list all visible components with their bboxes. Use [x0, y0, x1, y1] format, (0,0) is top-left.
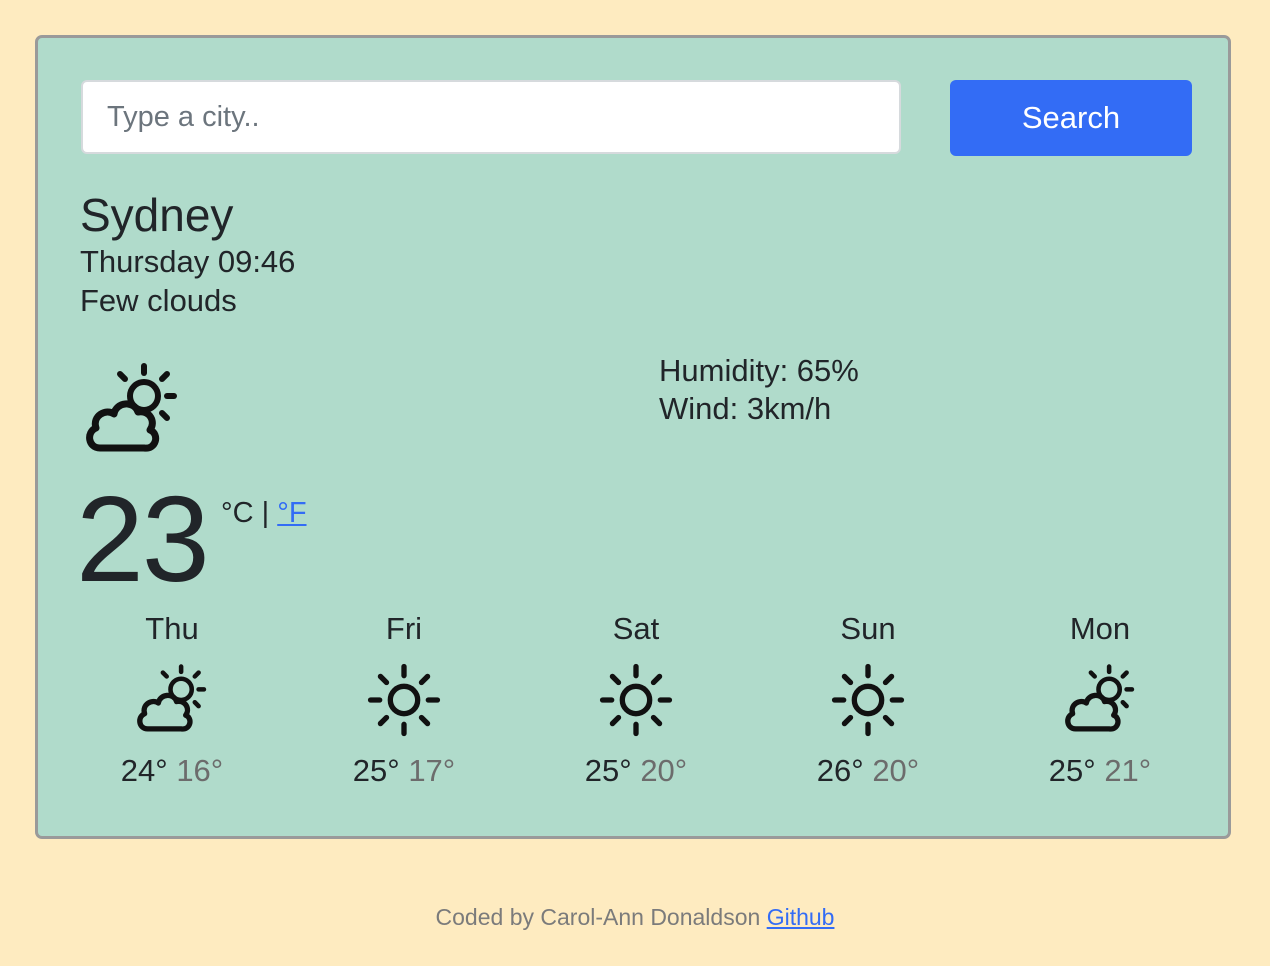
forecast-min-temp: 21° [1104, 753, 1152, 788]
forecast-min-temp: 17° [408, 753, 456, 788]
partly-cloudy-icon [1062, 662, 1138, 738]
forecast-day-name: Sun [840, 611, 896, 646]
humidity-text: Humidity: 65% [659, 353, 859, 388]
current-temperature: 23 [76, 471, 210, 607]
sun-icon [598, 662, 674, 738]
sun-icon [830, 662, 906, 738]
city-name: Sydney [80, 189, 234, 241]
unit-switcher: °C | °F [221, 496, 307, 530]
forecast-temps: 24° 16° [72, 752, 272, 790]
forecast-day-name: Mon [1069, 611, 1131, 646]
forecast-day: Mon 25° 21° [1000, 610, 1200, 790]
forecast-day-name: Fri [385, 611, 423, 646]
forecast-min-temp: 16° [176, 753, 224, 788]
city-search-input[interactable] [81, 80, 901, 154]
footer: Coded by Carol-Ann Donaldson Github [0, 902, 1270, 932]
current-datetime: Thursday 09:46 [80, 244, 296, 279]
forecast-row: Thu 24° 16° Fri 25° 17° Sat 25° 20° Sun [55, 610, 1215, 800]
forecast-min-temp: 20° [872, 753, 920, 788]
github-link[interactable]: Github [767, 904, 835, 930]
forecast-temps: 25° 17° [304, 752, 504, 790]
weather-description: Few clouds [80, 283, 237, 318]
forecast-temps: 26° 20° [768, 752, 968, 790]
forecast-day-name: Thu [145, 611, 199, 646]
celsius-unit: °C [221, 497, 254, 529]
forecast-temps: 25° 21° [1000, 752, 1200, 790]
forecast-max-temp: 25° [352, 753, 400, 788]
weather-card: Search Sydney Thursday 09:46 Few clouds … [35, 35, 1231, 839]
partly-cloudy-icon [78, 360, 186, 460]
unit-separator: | [261, 497, 270, 529]
forecast-temps: 25° 20° [536, 752, 736, 790]
forecast-max-temp: 26° [816, 753, 864, 788]
forecast-max-temp: 25° [1048, 753, 1096, 788]
fahrenheit-link[interactable]: °F [277, 497, 306, 529]
forecast-max-temp: 25° [584, 753, 632, 788]
forecast-day: Sun 26° 20° [768, 610, 968, 790]
forecast-day: Thu 24° 16° [72, 610, 272, 790]
weather-details: Humidity: 65% Wind: 3km/h [659, 352, 859, 428]
wind-text: Wind: 3km/h [659, 391, 832, 426]
forecast-day: Sat 25° 20° [536, 610, 736, 790]
forecast-day: Fri 25° 17° [304, 610, 504, 790]
forecast-day-name: Sat [612, 611, 660, 646]
forecast-max-temp: 24° [120, 753, 168, 788]
footer-credit: Coded by Carol-Ann Donaldson [435, 904, 761, 930]
sun-icon [366, 662, 442, 738]
partly-cloudy-icon [134, 662, 210, 738]
search-button[interactable]: Search [950, 80, 1192, 156]
forecast-min-temp: 20° [640, 753, 688, 788]
